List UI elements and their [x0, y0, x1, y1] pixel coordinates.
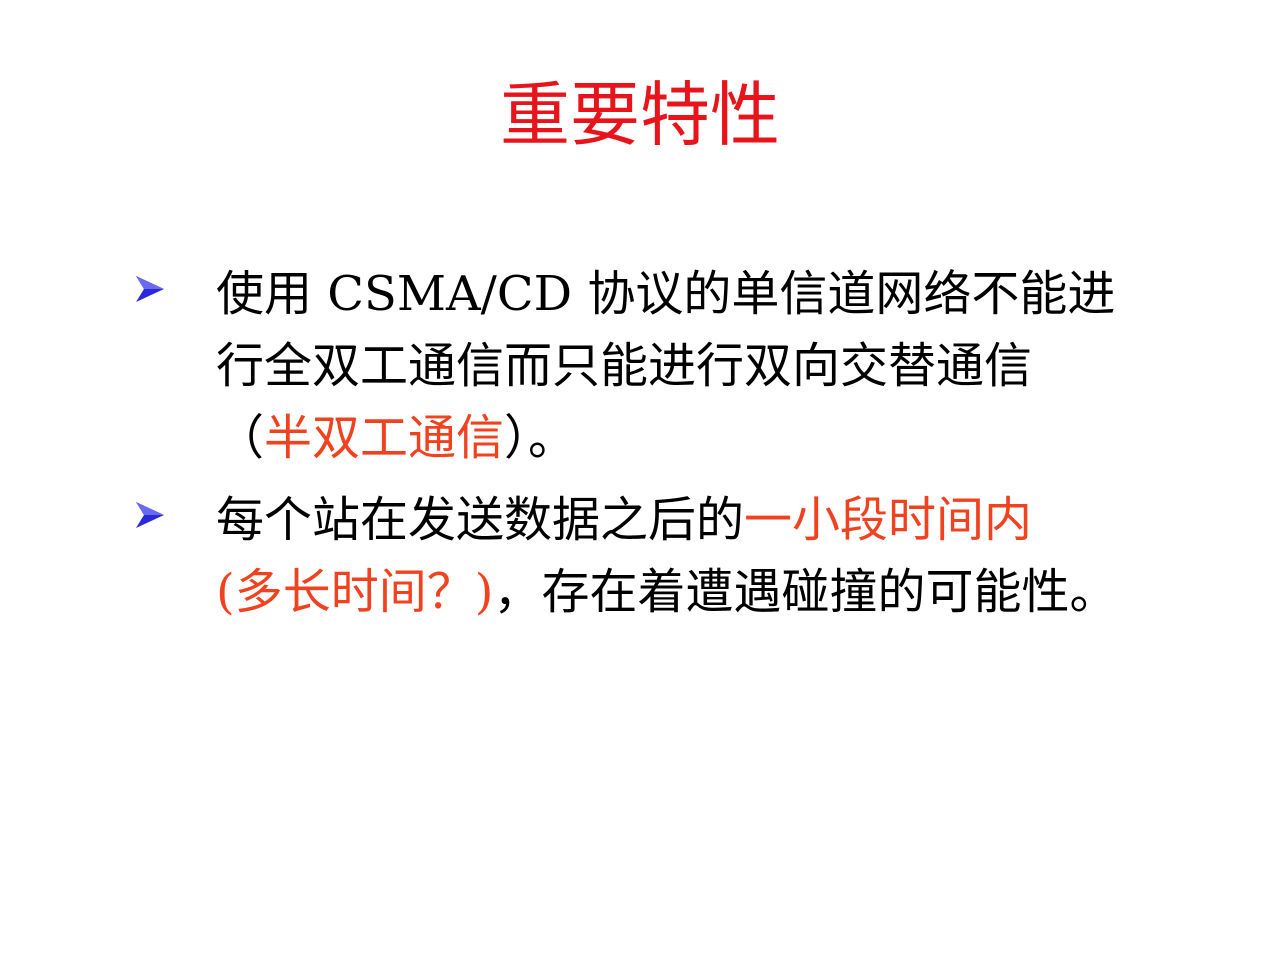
paren-close: ）。	[504, 410, 577, 466]
body-text: 每个站在发送数据之后的	[216, 492, 745, 548]
bullet-list: 使用 CSMA/CD 协议的单信道网络不能进 行全双工通信而只能进行双向交替通信…	[130, 258, 1270, 638]
paren-open: （	[216, 410, 265, 466]
body-text: ，存在着遭遇碰撞的可能性。	[493, 564, 1118, 620]
bullet-line: 每个站在发送数据之后的一小段时间内	[216, 484, 1270, 556]
slide: 重要特性 使用 CSMA/CD 协议的单信道网络不能进 行全双工通信而只能进行双…	[0, 0, 1280, 960]
bullet-line: 行全双工通信而只能进行双向交替通信	[216, 338, 1033, 394]
bullet-line: （半双工通信）。	[216, 402, 1270, 474]
bullet-item: 使用 CSMA/CD 协议的单信道网络不能进 行全双工通信而只能进行双向交替通信…	[130, 258, 1270, 474]
highlight-text: 半双工通信	[264, 410, 505, 466]
bullet-item: 每个站在发送数据之后的一小段时间内 (多长时间？)，存在着遭遇碰撞的可能性。	[130, 484, 1270, 628]
arrowhead-bullet-icon	[136, 502, 164, 528]
bullet-line: 使用 CSMA/CD 协议的单信道网络不能进	[216, 266, 1116, 322]
highlight-text: 一小段时间内	[744, 492, 1033, 548]
highlight-text: (多长时间？)	[216, 564, 494, 620]
bullet-line: (多长时间？)，存在着遭遇碰撞的可能性。	[216, 556, 1270, 628]
slide-title: 重要特性	[500, 74, 780, 156]
arrowhead-bullet-icon	[136, 276, 164, 302]
